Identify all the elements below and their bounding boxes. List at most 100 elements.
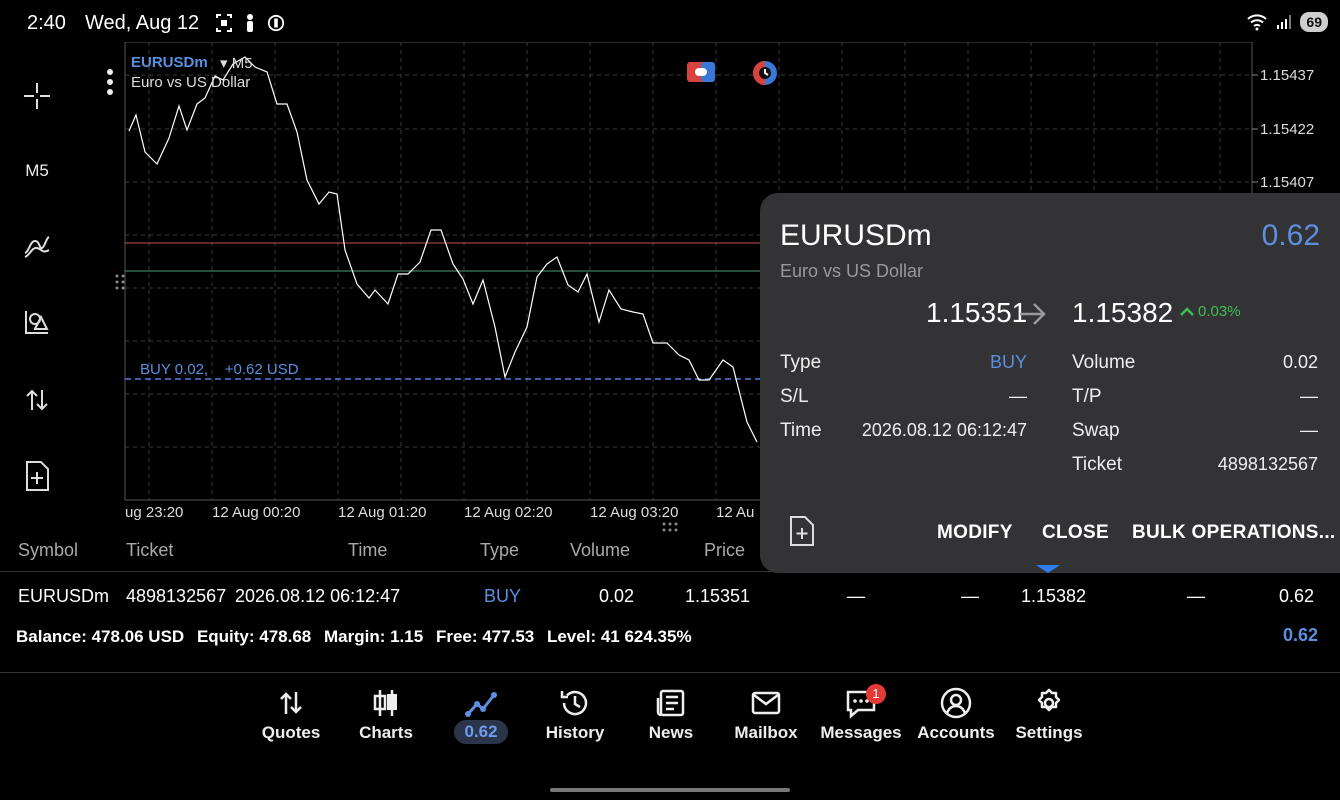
column-header[interactable]: Symbol <box>18 540 78 561</box>
y-tick-label: 1.15422 <box>1260 121 1315 138</box>
timeframe-label: M5 <box>25 161 49 180</box>
balance-text: Balance: 478.06 USD <box>16 627 185 646</box>
cell-profit: 0.62 <box>1279 586 1315 606</box>
nav-label: Accounts <box>917 723 995 742</box>
drag-handle-icon[interactable] <box>115 274 125 290</box>
shapes-icon <box>25 311 49 334</box>
field-value-volume: 0.02 <box>1282 352 1318 372</box>
nav-label: News <box>648 723 694 742</box>
field-value-type: BUY <box>989 352 1027 372</box>
x-tick-label: 12 Aug 01:20 <box>338 504 427 521</box>
field-label: Swap <box>1072 420 1120 441</box>
timeframe-button[interactable]: M5 <box>18 152 56 190</box>
crosshair-button[interactable] <box>18 77 56 115</box>
one-click-trading-icon[interactable] <box>687 62 715 82</box>
status-date: Wed, Aug 12 <box>85 12 200 34</box>
nav-label: Mailbox <box>734 723 798 742</box>
chart-menu-button[interactable] <box>105 68 115 103</box>
trade-button[interactable] <box>18 381 56 419</box>
popup-pointer <box>1036 565 1060 573</box>
up-down-arrows-icon <box>280 692 302 714</box>
field-value-swap: — <box>1300 420 1318 440</box>
divider <box>0 672 1340 673</box>
field-value-tp: — <box>1300 386 1318 406</box>
objects-button[interactable] <box>18 303 56 341</box>
resize-handle-icon[interactable] <box>662 522 678 532</box>
nav-messages[interactable]: 1 Messages <box>814 684 908 750</box>
chart-timeframe-label: M5 <box>231 55 253 72</box>
margin-text: Margin: 1.15 <box>324 627 424 646</box>
column-header[interactable]: Type <box>480 540 519 561</box>
y-tick-label: 1.15407 <box>1260 174 1315 191</box>
current-price: 1.15382 <box>1072 297 1174 328</box>
popup-description: Euro vs US Dollar <box>780 261 924 281</box>
status-icons <box>215 13 285 33</box>
new-order-button[interactable] <box>18 457 56 495</box>
screenshot-icon <box>216 14 232 32</box>
price-change-value: 0.03% <box>1198 303 1241 320</box>
trading-signals-icon[interactable] <box>751 59 779 87</box>
close-position-button[interactable]: CLOSE <box>1042 522 1109 544</box>
field-value-sl: — <box>1009 386 1027 406</box>
wifi-icon <box>1247 14 1268 31</box>
nav-charts[interactable]: Charts <box>339 686 433 750</box>
indicators-button[interactable] <box>18 227 56 265</box>
battery-indicator: 69 <box>1300 12 1328 32</box>
nav-history[interactable]: History <box>528 686 622 750</box>
equity-text: Equity: 478.68 <box>196 627 312 646</box>
nav-mailbox[interactable]: Mailbox <box>719 686 813 750</box>
column-header[interactable]: Volume <box>570 540 630 561</box>
column-header[interactable]: Price <box>704 540 745 561</box>
trade-line-icon <box>465 692 497 717</box>
cell-ticket: 4898132567 <box>126 586 227 606</box>
new-order-button[interactable] <box>788 515 816 552</box>
modify-button[interactable]: MODIFY <box>937 522 1013 544</box>
free-margin-text: Free: 477.53 <box>435 627 535 646</box>
mail-icon <box>751 691 781 715</box>
field-label: S/L <box>780 386 809 407</box>
chart-symbol[interactable]: EURUSDm <box>131 54 208 71</box>
circle-badge-icon <box>267 14 285 32</box>
nav-accounts[interactable]: Accounts <box>909 686 1003 750</box>
column-header[interactable]: Time <box>348 540 387 561</box>
x-tick-label: 12 Aug 00:20 <box>212 504 301 521</box>
cell-time: 2026.08.12 06:12:47 <box>235 586 401 606</box>
field-label: Volume <box>1072 352 1136 373</box>
cell-sl: — <box>847 586 865 606</box>
nav-trade[interactable]: 0.62 <box>434 686 528 750</box>
position-line-label[interactable]: BUY 0.02, +0.62 USD <box>140 361 299 378</box>
total-profit: 0.62 <box>1282 625 1318 645</box>
x-tick-label: 12 Au <box>716 504 755 521</box>
column-header[interactable]: Ticket <box>126 540 173 561</box>
x-tick-label: ug 23:20 <box>125 504 184 521</box>
signal-icon <box>1277 15 1292 29</box>
nav-quotes[interactable]: Quotes <box>244 686 338 750</box>
nav-label: Settings <box>1015 723 1083 742</box>
status-time: 2:40 <box>27 12 66 34</box>
chart-toolbar: M5 <box>0 46 75 524</box>
figure-icon <box>247 14 253 32</box>
table-row[interactable]: EURUSDm 4898132567 2026.08.12 06:12:47 B… <box>0 573 1340 619</box>
nav-settings[interactable]: Settings <box>1002 686 1096 750</box>
home-indicator[interactable] <box>550 788 790 792</box>
cell-price: 1.15351 <box>685 586 751 606</box>
unread-badge: 1 <box>866 684 886 704</box>
crosshair-icon <box>24 83 50 109</box>
up-down-arrows-icon <box>26 389 48 411</box>
nav-label: History <box>545 723 605 742</box>
nav-news[interactable]: News <box>624 686 718 750</box>
news-icon <box>656 689 685 717</box>
candlestick-icon <box>373 690 397 716</box>
nav-label: Messages <box>820 723 902 742</box>
history-icon <box>560 690 588 716</box>
field-value-ticket: 4898132567 <box>1217 454 1318 474</box>
popup-profit: 0.62 <box>1261 219 1320 252</box>
bulk-operations-button[interactable]: BULK OPERATIONS... <box>1132 522 1336 544</box>
cell-type: BUY <box>484 586 522 606</box>
cell-symbol: EURUSDm <box>18 586 110 606</box>
account-summary: Balance: 478.06 USD Equity: 478.68 Margi… <box>16 627 700 647</box>
chart-timeframe: ▾ M5 <box>220 55 253 72</box>
cell-tp: — <box>961 586 979 606</box>
more-vert-icon <box>107 69 113 95</box>
field-value-time: 2026.08.12 06:12:47 <box>861 420 1027 440</box>
